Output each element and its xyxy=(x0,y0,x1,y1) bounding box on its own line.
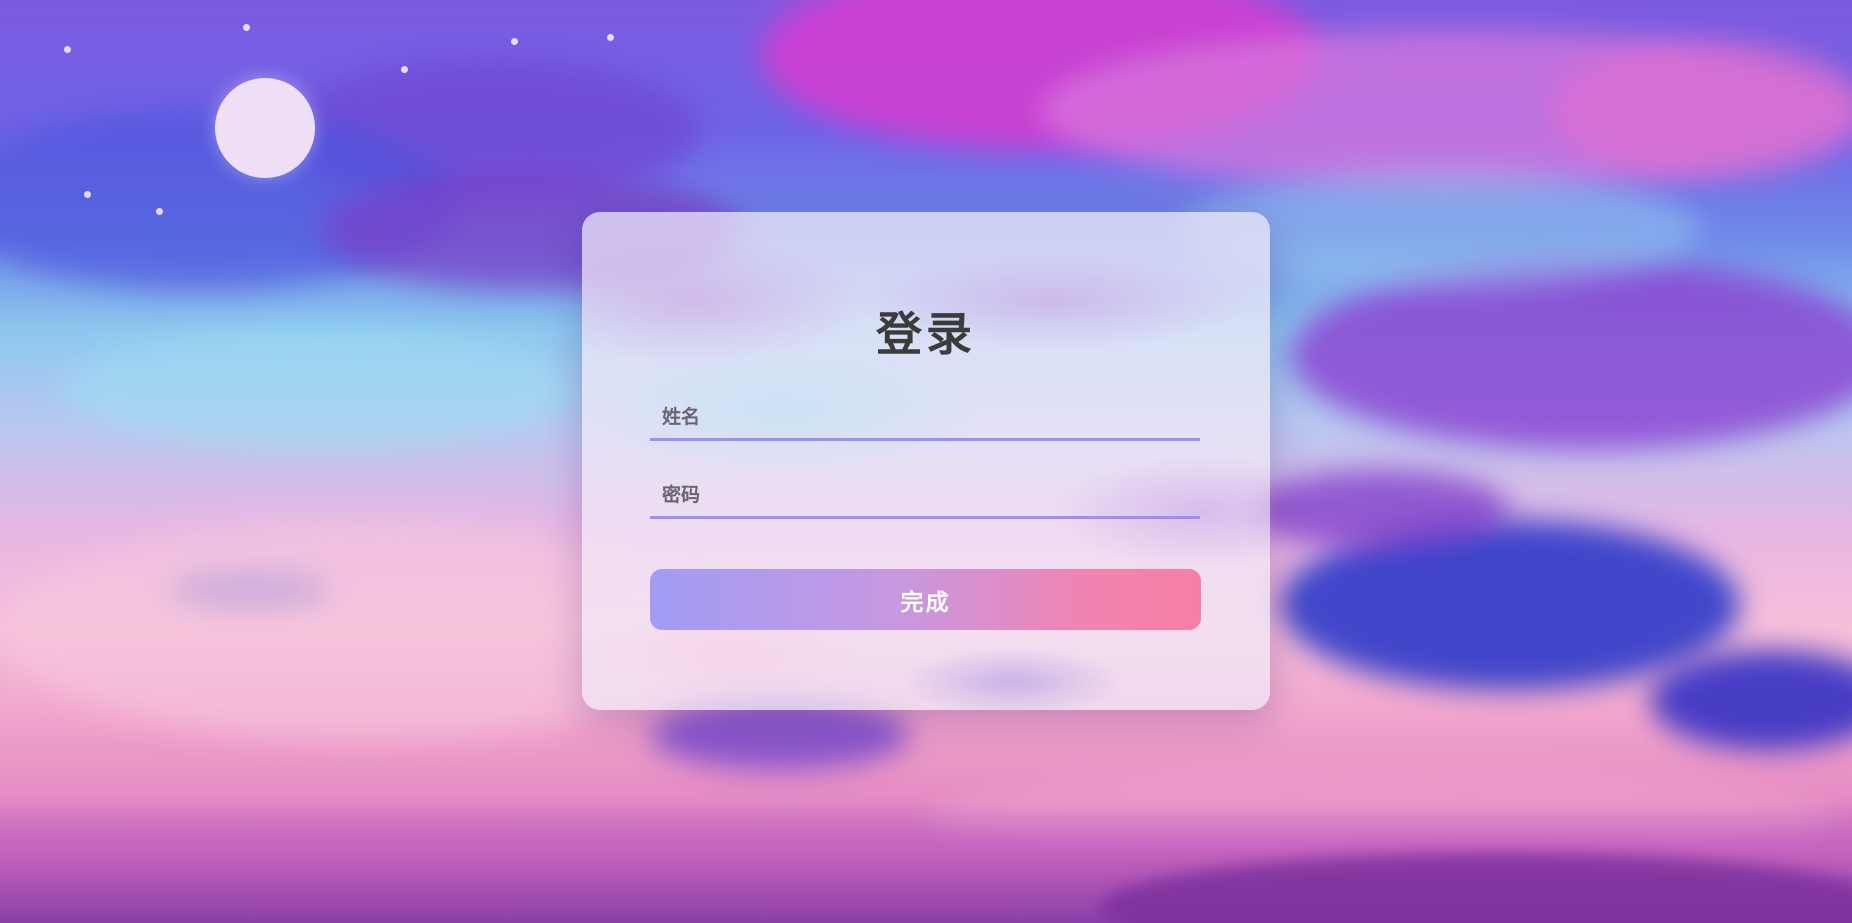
star-icon xyxy=(401,66,408,73)
login-card: 登录 完成 xyxy=(582,212,1270,710)
star-icon xyxy=(607,34,614,41)
star-icon xyxy=(511,38,518,45)
star-icon xyxy=(84,191,91,198)
star-icon xyxy=(243,24,250,31)
submit-button[interactable]: 完成 xyxy=(650,569,1201,630)
password-input[interactable] xyxy=(650,470,1200,516)
card-backdrop xyxy=(582,212,1270,710)
star-icon xyxy=(64,46,71,53)
cloud xyxy=(1290,260,1852,450)
cloud xyxy=(650,700,910,770)
name-field xyxy=(650,392,1200,441)
background-scene: 登录 完成 xyxy=(0,0,1852,923)
sky-haze xyxy=(60,330,580,450)
cloud xyxy=(1550,40,1852,180)
cloud xyxy=(1650,650,1852,750)
star-icon xyxy=(156,208,163,215)
moon-icon xyxy=(215,78,315,178)
login-title: 登录 xyxy=(876,307,976,361)
name-input[interactable] xyxy=(650,392,1200,438)
password-field xyxy=(650,470,1200,519)
cloud xyxy=(1250,470,1510,550)
